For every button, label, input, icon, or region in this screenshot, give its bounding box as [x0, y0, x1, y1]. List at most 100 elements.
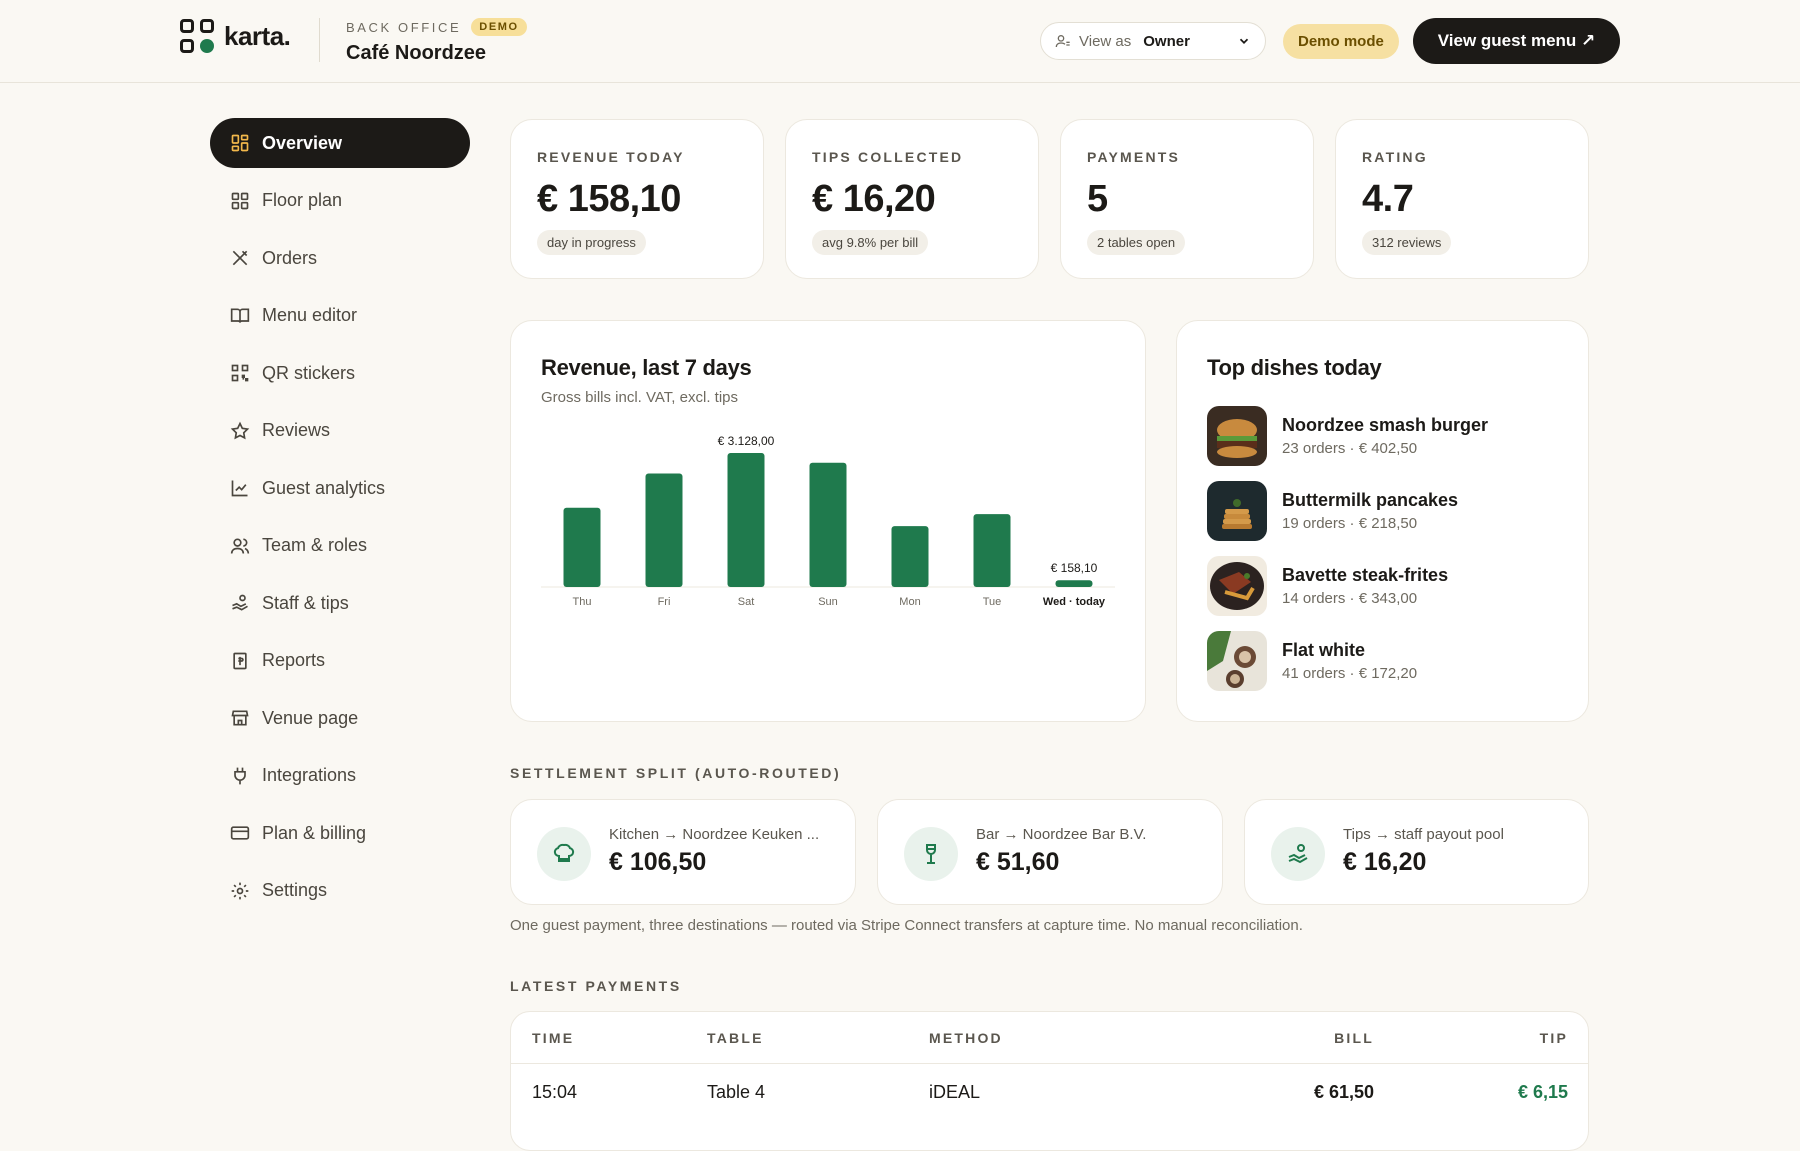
- sidebar-item-team-roles[interactable]: Team & roles: [210, 521, 470, 571]
- top-dishes-card: Top dishes today Noordzee smash burger 2…: [1176, 320, 1589, 722]
- stat-value: € 158,10: [537, 178, 681, 220]
- book-icon: [230, 308, 250, 323]
- cell-method: iDEAL: [929, 1082, 981, 1102]
- chart-tick-label: Fri: [658, 596, 671, 608]
- stat-label: RATING: [1362, 149, 1428, 165]
- settlement-tips: Tips → staff payout pool € 16,20: [1244, 799, 1589, 905]
- sidebar-item-label: Guest analytics: [262, 477, 386, 498]
- dish-name: Bavette steak-frites: [1282, 565, 1449, 585]
- chart-bar-sat[interactable]: [727, 453, 765, 587]
- sidebar-item-overview[interactable]: Overview: [210, 118, 470, 168]
- wine-glass-icon: [904, 827, 958, 881]
- user-switch-icon: [1055, 35, 1070, 48]
- hand-coins-icon: [1271, 827, 1325, 881]
- dish-photo: [1207, 481, 1267, 541]
- settlement-destination: Kitchen → Noordzee Keuken ...: [609, 826, 820, 843]
- table-row[interactable]: 15:04 Table 4 iDEAL € 61,50 € 6,15: [511, 1064, 1588, 1120]
- cell-time: 15:04: [532, 1082, 578, 1102]
- column-bill[interactable]: BILL: [1334, 1030, 1374, 1046]
- settlement-amount: € 51,60: [976, 848, 1060, 876]
- karta-logo-icon: [180, 19, 214, 53]
- sidebar-item-qr-stickers[interactable]: QR stickers: [210, 348, 470, 398]
- sidebar-item-reviews[interactable]: Reviews: [210, 406, 470, 456]
- column-time[interactable]: TIME: [532, 1030, 574, 1046]
- stat-card-tips: TIPS COLLECTED € 16,20 avg 9.8% per bill: [785, 119, 1039, 279]
- sidebar-item-menu-editor[interactable]: Menu editor: [210, 291, 470, 341]
- column-table[interactable]: TABLE: [707, 1030, 764, 1046]
- view-as-select[interactable]: View as Owner: [1040, 22, 1266, 60]
- sidebar-item-label: Floor plan: [262, 190, 343, 210]
- chef-hat-icon: [537, 827, 591, 881]
- chart-bar-fri[interactable]: [645, 473, 683, 587]
- payments-table: TIME TABLE METHOD BILL TIP 15:04 Table 4…: [510, 1011, 1589, 1151]
- stat-card-revenue: REVENUE TODAY € 158,10 day in progress: [510, 119, 764, 279]
- layout-icon: [231, 192, 249, 209]
- dish-item[interactable]: Buttermilk pancakes 19 orders · € 218,50: [1207, 481, 1458, 541]
- sidebar-item-label: Reports: [262, 650, 326, 670]
- sidebar-item-reports[interactable]: Reports: [210, 636, 470, 686]
- chart-bar-mon[interactable]: [891, 526, 929, 587]
- settlement-bar: Bar → Noordzee Bar B.V. € 51,60: [877, 799, 1223, 905]
- dish-photo: [1207, 556, 1267, 616]
- chart-tick-label: Sat: [738, 596, 755, 608]
- line-chart-icon: [231, 480, 248, 497]
- settlement-amount: € 106,50: [609, 848, 707, 876]
- dish-name: Flat white: [1282, 640, 1366, 660]
- dish-photo: [1207, 631, 1267, 691]
- stat-chip: day in progress: [537, 230, 646, 255]
- sidebar-item-staff-tips[interactable]: Staff & tips: [210, 578, 470, 628]
- stat-label: TIPS COLLECTED: [812, 149, 964, 165]
- gear-icon: [231, 882, 249, 899]
- sidebar-item-floor-plan[interactable]: Floor plan: [210, 176, 470, 226]
- sidebar-item-guest-analytics[interactable]: Guest analytics: [210, 463, 470, 513]
- sidebar-item-label: Team & roles: [262, 535, 368, 555]
- top-dishes-title: Top dishes today: [1207, 355, 1382, 380]
- brand-logo[interactable]: karta.: [180, 19, 291, 53]
- chart-bar-sun[interactable]: [809, 462, 847, 587]
- chart-data-label: € 158,10: [1051, 561, 1098, 575]
- stat-chip: 312 reviews: [1362, 230, 1452, 255]
- store-icon: [231, 710, 249, 726]
- settlement-kitchen: Kitchen → Noordzee Keuken ... € 106,50: [510, 799, 856, 905]
- stat-chip: avg 9.8% per bill: [812, 230, 929, 255]
- chevron-down-icon: [1239, 38, 1249, 44]
- sidebar-item-label: Settings: [262, 880, 328, 900]
- cell-table: Table 4: [707, 1082, 766, 1102]
- sidebar-item-settings[interactable]: Settings: [210, 866, 470, 916]
- top-bar: karta. BACK OFFICE DEMO Café Noordzee Vi…: [0, 0, 1800, 83]
- column-tip[interactable]: TIP: [1540, 1030, 1568, 1046]
- revenue-chart-card: Revenue, last 7 days Gross bills incl. V…: [510, 320, 1146, 722]
- cell-bill: € 61,50: [1313, 1082, 1374, 1102]
- settlement-destination: Tips → staff payout pool: [1343, 826, 1504, 843]
- qr-icon: [231, 364, 249, 382]
- cell-tip: € 6,15: [1517, 1082, 1568, 1102]
- sidebar-item-integrations[interactable]: Integrations: [210, 751, 470, 801]
- dish-item[interactable]: Bavette steak-frites 14 orders · € 343,0…: [1207, 556, 1448, 616]
- chart-bar-tue[interactable]: [973, 514, 1011, 587]
- demo-badge: DEMO: [471, 18, 527, 36]
- stat-card-rating: RATING 4.7 312 reviews: [1335, 119, 1589, 279]
- chart-tick-label: Thu: [573, 596, 592, 608]
- chart-bar-thu[interactable]: [563, 507, 601, 587]
- stat-label: PAYMENTS: [1087, 149, 1181, 165]
- chart-bar-wed[interactable]: [1055, 580, 1093, 587]
- settlement-destination: Bar → Noordzee Bar B.V.: [976, 826, 1147, 843]
- sidebar-item-label: Venue page: [262, 707, 359, 728]
- sidebar-item-label: Plan & billing: [262, 822, 367, 843]
- dish-item[interactable]: Noordzee smash burger 23 orders · € 402,…: [1207, 406, 1488, 466]
- dish-meta: 19 orders · € 218,50: [1282, 515, 1418, 532]
- sidebar-item-label: Reviews: [262, 420, 331, 440]
- sidebar-item-plan-billing[interactable]: Plan & billing: [210, 808, 470, 858]
- sidebar-item-venue-page[interactable]: Venue page: [210, 693, 470, 743]
- dish-item[interactable]: Flat white 41 orders · € 172,20: [1207, 631, 1417, 691]
- dish-meta: 23 orders · € 402,50: [1282, 440, 1418, 457]
- demo-mode-badge[interactable]: Demo mode: [1283, 24, 1399, 59]
- dish-name: Buttermilk pancakes: [1282, 490, 1459, 510]
- dish-photo: [1207, 406, 1267, 466]
- column-method[interactable]: METHOD: [929, 1030, 1003, 1046]
- stat-chip: 2 tables open: [1087, 230, 1186, 255]
- sidebar-item-orders[interactable]: Orders: [210, 233, 470, 283]
- venue-name: Café Noordzee: [346, 42, 487, 64]
- view-guest-menu-button[interactable]: View guest menu ↗: [1413, 18, 1620, 64]
- brand-name: karta.: [224, 20, 291, 51]
